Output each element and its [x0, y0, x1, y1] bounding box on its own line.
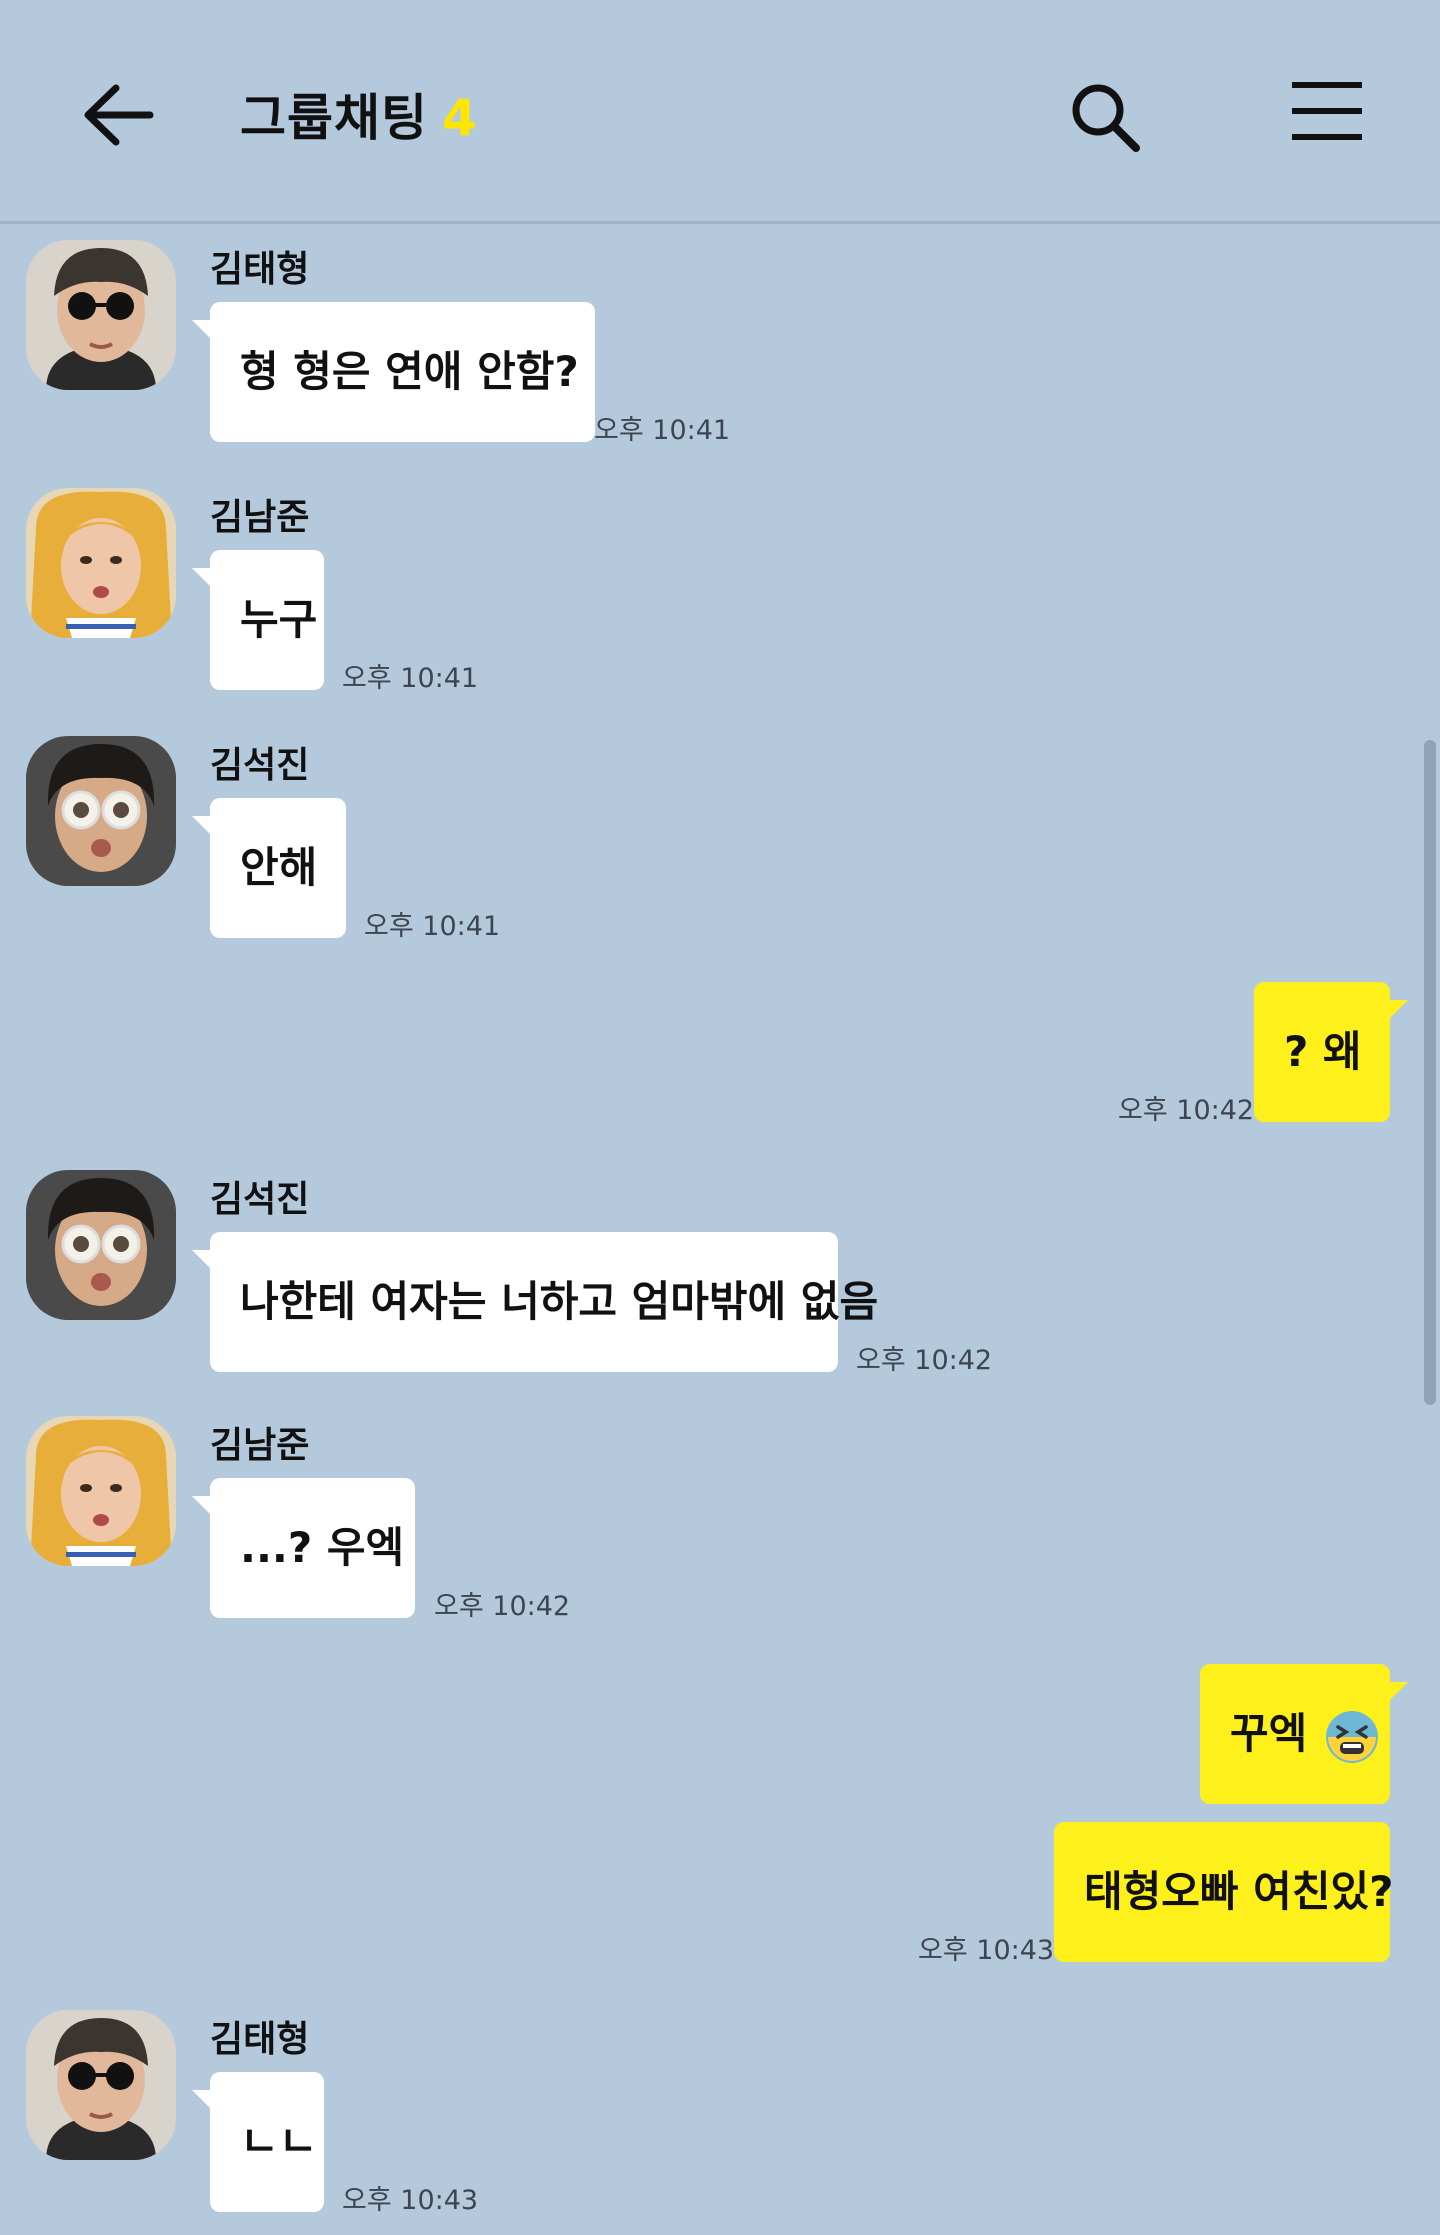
message-text: 꾸엑 — [1230, 1709, 1308, 1758]
hamburger-menu-icon — [1292, 82, 1362, 140]
avatar-kim-seokjin[interactable] — [26, 736, 176, 886]
chat-room-name: 그룹채팅 — [240, 89, 428, 147]
message-bubble[interactable]: ㄴㄴ — [192, 2072, 324, 2212]
message-bubble[interactable]: 누구 — [192, 550, 324, 690]
back-button[interactable] — [80, 80, 156, 150]
search-icon — [1072, 84, 1140, 152]
message-time: 오후 10:42 — [1118, 1095, 1255, 1126]
member-count: 4 — [442, 89, 478, 147]
message-bubble[interactable]: 형 형은 연애 안함? — [192, 302, 595, 442]
avatar-kim-taehyung[interactable] — [26, 240, 176, 390]
message-bubble[interactable]: ...? 우엑 — [192, 1478, 415, 1618]
message-bubble[interactable]: ? 왜 — [1254, 982, 1408, 1122]
arrow-left-icon — [84, 84, 154, 146]
sender-name: 김태형 — [210, 249, 310, 290]
message-bubble[interactable]: 나한테 여자는 너하고 엄마밖에 없음 — [192, 1232, 878, 1372]
avatar-kim-namjoon[interactable] — [26, 488, 176, 638]
message-time: 오후 10:41 — [594, 415, 731, 446]
menu-button[interactable] — [1290, 80, 1364, 142]
avatar-kim-namjoon[interactable] — [26, 1416, 176, 1566]
tired-face-emoji-icon — [1325, 1710, 1378, 1763]
chat-title: 그룹채팅 4 — [240, 78, 478, 150]
search-button[interactable] — [1068, 80, 1142, 154]
sender-name: 김태형 — [210, 2019, 310, 2060]
message-time: 오후 10:42 — [434, 1591, 571, 1622]
message-time: 오후 10:41 — [364, 911, 501, 942]
message-bubble[interactable]: 안해 — [192, 798, 346, 938]
sender-name: 김남준 — [210, 497, 310, 538]
scrollbar[interactable] — [1424, 740, 1436, 1405]
sender-name: 김석진 — [210, 1179, 310, 1220]
avatar-kim-taehyung[interactable] — [26, 2010, 176, 2160]
message-time: 오후 10:41 — [342, 663, 479, 694]
chat-header: 그룹채팅 4 — [0, 0, 1440, 224]
message-bubble[interactable]: 태형오빠 여친있? — [1054, 1822, 1393, 1962]
message-time: 오후 10:43 — [342, 2185, 479, 2216]
message-time: 오후 10:43 — [918, 1935, 1055, 1966]
message-bubble[interactable]: 꾸엑 — [1200, 1664, 1408, 1804]
sender-name: 김남준 — [210, 1425, 310, 1466]
avatar-kim-seokjin[interactable] — [26, 1170, 176, 1320]
sender-name: 김석진 — [210, 745, 310, 786]
message-time: 오후 10:42 — [856, 1345, 993, 1376]
